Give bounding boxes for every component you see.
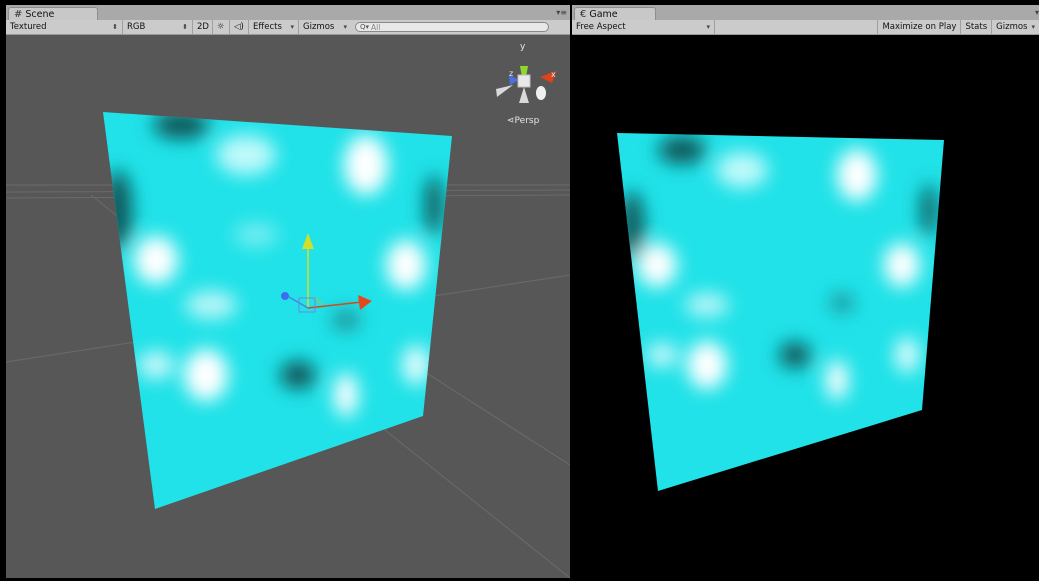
scene-tab-menu-icon[interactable]: ▾≡	[556, 8, 567, 17]
game-icon: €	[580, 8, 587, 20]
shading-mode-dropdown[interactable]: Textured ⬍	[6, 20, 123, 34]
game-tab-label: Game	[589, 8, 618, 20]
scene-toolbar: Textured ⬍ RGB ⬍ 2D ☼ ◁) Effects ▾ Gizmo…	[6, 20, 570, 35]
audio-toggle[interactable]: ◁)	[230, 20, 249, 34]
speaker-icon: ◁)	[234, 22, 244, 32]
game-canvas	[617, 133, 944, 491]
mode-2d-label: 2D	[197, 22, 209, 32]
projection-toggle[interactable]: ⋖Persp	[507, 116, 539, 126]
maximize-on-play-label: Maximize on Play	[882, 22, 957, 32]
game-tabstrip: € Game ▾	[572, 5, 1039, 20]
game-quad	[617, 133, 944, 491]
scene-viewport[interactable]: y z x ⋖Persp	[6, 35, 570, 578]
shading-caret-icon: ⬍	[112, 23, 118, 31]
tab-game[interactable]: € Game	[574, 7, 656, 20]
search-icon: Q▾	[360, 23, 370, 31]
game-gizmos-caret-icon: ▾	[1031, 23, 1035, 31]
scene-canvas	[6, 66, 570, 578]
scene-panel: # Scene ▾≡ Textured ⬍ RGB ⬍ 2D ☼ ◁) Effe…	[6, 5, 570, 578]
scene-gizmos-label: Gizmos	[303, 22, 335, 32]
scene-gizmos-caret-icon: ▾	[343, 23, 347, 31]
render-mode-dropdown[interactable]: RGB ⬍	[123, 20, 193, 34]
gizmo-neg-y-cone	[519, 87, 529, 103]
game-gizmos-toggle[interactable]: Gizmos ▾	[992, 20, 1039, 34]
game-tab-menu-icon[interactable]: ▾	[1035, 8, 1039, 17]
editor-window: # Scene ▾≡ Textured ⬍ RGB ⬍ 2D ☼ ◁) Effe…	[0, 0, 1039, 581]
sun-icon: ☼	[217, 22, 225, 32]
hierarchy-search-input[interactable]: Q▾ All	[355, 22, 549, 32]
effects-label: Effects	[253, 22, 282, 32]
game-panel: € Game ▾ Free Aspect ▾ Maximize on Play …	[572, 5, 1039, 578]
scene-quad[interactable]	[96, 105, 466, 515]
gizmo-y-label: y	[520, 42, 526, 52]
orientation-gizmo[interactable]	[496, 66, 556, 103]
gizmo-neg-x-cone	[496, 85, 513, 97]
game-gizmos-label: Gizmos	[996, 22, 1028, 32]
effects-caret-icon: ▾	[290, 23, 294, 31]
scene-tab-label: Scene	[25, 8, 55, 20]
shading-mode-label: Textured	[10, 22, 47, 32]
aspect-label: Free Aspect	[576, 22, 626, 32]
scene-tabstrip: # Scene ▾≡	[6, 5, 570, 20]
lighting-toggle[interactable]: ☼	[213, 20, 230, 34]
tab-scene[interactable]: # Scene	[8, 7, 98, 20]
search-placeholder: All	[371, 22, 381, 32]
aspect-caret-icon: ▾	[706, 23, 710, 31]
game-viewport[interactable]	[572, 35, 1039, 578]
projection-label: Persp	[514, 116, 540, 126]
render-mode-label: RGB	[127, 22, 146, 32]
z-axis-handle[interactable]	[281, 292, 289, 300]
stats-toggle[interactable]: Stats	[961, 20, 993, 34]
stats-label: Stats	[965, 22, 988, 32]
render-mode-caret-icon: ⬍	[182, 23, 188, 31]
gizmo-neg-z-cone	[536, 86, 546, 100]
gizmo-center-cube[interactable]	[517, 74, 531, 88]
game-toolbar: Free Aspect ▾ Maximize on Play Stats Giz…	[572, 20, 1039, 35]
mode-2d-toggle[interactable]: 2D	[193, 20, 213, 34]
effects-dropdown[interactable]: Effects ▾	[249, 20, 299, 34]
aspect-dropdown[interactable]: Free Aspect ▾	[572, 20, 715, 34]
gizmo-z-label: z	[509, 69, 514, 78]
scene-icon: #	[14, 8, 23, 20]
maximize-on-play-toggle[interactable]: Maximize on Play	[877, 20, 962, 34]
scene-gizmos-dropdown[interactable]: Gizmos ▾	[299, 20, 351, 34]
gizmo-x-label: x	[551, 70, 556, 79]
persp-arrow-icon: ⋖	[507, 116, 515, 126]
